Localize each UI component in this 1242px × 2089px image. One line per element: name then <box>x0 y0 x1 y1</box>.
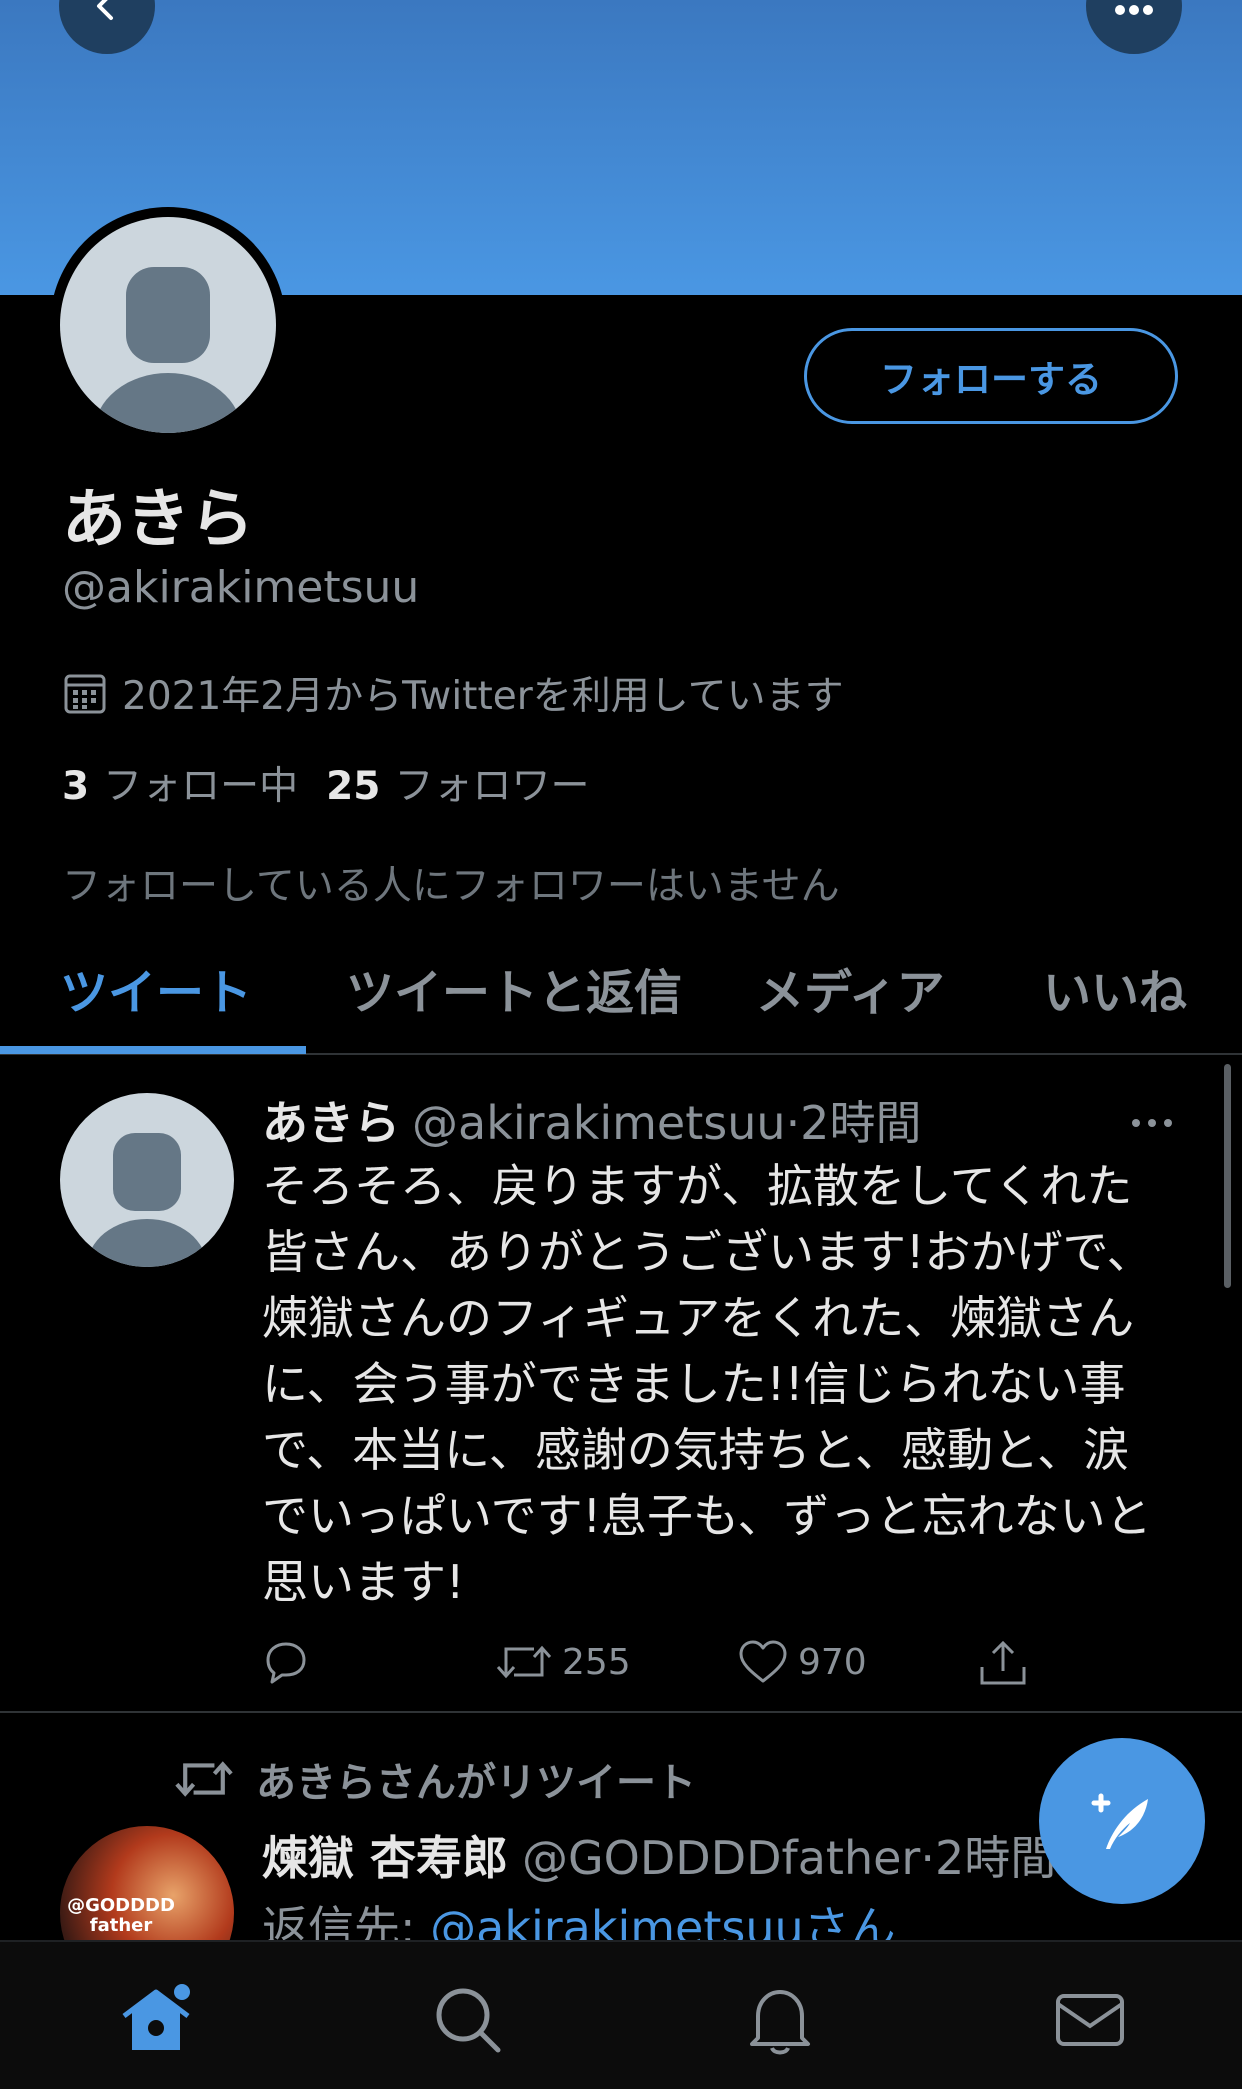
tweet-line: に、会う事ができました!!信じられない事 <box>262 1357 1126 1411</box>
retweet-count: 255 <box>562 1641 631 1683</box>
more-horizontal-icon <box>1132 1119 1172 1127</box>
like-count: 970 <box>798 1641 867 1683</box>
compose-tweet-button[interactable] <box>1039 1738 1205 1904</box>
scrollbar[interactable] <box>1224 1064 1231 1288</box>
default-avatar-icon <box>94 267 242 433</box>
tab-likes[interactable]: いいね <box>1043 953 1187 1023</box>
tweet-author-handle: @akirakimetsuu <box>412 1096 786 1150</box>
following-count: 3 <box>62 764 90 809</box>
followers-count: 25 <box>326 764 381 809</box>
nav-notifications[interactable] <box>742 1982 818 2062</box>
share-icon <box>980 1640 1026 1685</box>
nav-home[interactable] <box>118 1982 194 2062</box>
retweet-author-handle: @GODDDDfather <box>522 1831 921 1885</box>
retweet-icon <box>175 1761 233 1797</box>
search-icon <box>436 1988 501 2053</box>
tab-media[interactable]: メディア <box>756 953 945 1023</box>
chevron-left-icon <box>97 0 113 20</box>
tweet-line: でいっぱいです!息子も、ずっと忘れないと <box>262 1489 1152 1543</box>
retweet-author-name[interactable]: 煉獄 杏寿郎 <box>262 1831 508 1885</box>
tweet-avatar[interactable] <box>60 1093 234 1267</box>
tweet-line: 皆さん、ありがとうございます!おかげで、 <box>262 1225 1153 1279</box>
avatar-watermark-text: @GODDDD father <box>67 1895 175 1936</box>
following-label: フォロー中 <box>103 764 299 809</box>
home-icon <box>122 1984 190 2050</box>
tweet-header: あきら @akirakimetsuu·2時間 <box>262 1087 921 1153</box>
retweet-icon <box>496 1645 552 1679</box>
tab-tweets-and-replies[interactable]: ツイートと返信 <box>346 953 682 1023</box>
follow-button[interactable]: フォローする <box>804 328 1178 424</box>
tweet-author-name[interactable]: あきら <box>262 1096 400 1150</box>
default-avatar-icon <box>87 1133 207 1267</box>
retweet-label-text: あきらさんがリツイート <box>256 1760 696 1806</box>
reply-button[interactable] <box>262 1639 310 1685</box>
retweet-time: ·2時間 <box>920 1831 1057 1885</box>
profile-handle: @akirakimetsuu <box>62 562 420 613</box>
tweet-line: で、本当に、感謝の気持ちと、感動と、涙 <box>262 1423 1130 1477</box>
joined-text: 2021年2月からTwitterを利用しています <box>122 674 844 719</box>
nav-search[interactable] <box>430 1982 506 2062</box>
reply-icon <box>266 1642 306 1684</box>
follow-stats: 3 フォロー中 25 フォロワー <box>62 755 589 811</box>
profile-avatar[interactable] <box>50 207 286 443</box>
share-button[interactable] <box>978 1639 1028 1687</box>
tweet-line: 思います! <box>262 1555 465 1609</box>
profile-tabs: ツイート ツイートと返信 メディア いいね <box>0 925 1242 1055</box>
followers-you-know-notice: フォローしている人にフォロワーはいません <box>62 864 840 909</box>
tweet[interactable]: あきら @akirakimetsuu·2時間 そろそろ、戻りますが、拡散をしてくれ… <box>0 1057 1242 1713</box>
like-button[interactable]: 970 <box>738 1639 867 1685</box>
calendar-icon <box>64 674 106 714</box>
more-horizontal-icon <box>1115 5 1153 15</box>
bell-icon <box>750 1990 810 2055</box>
following-link[interactable]: 3 フォロー中 <box>62 755 298 811</box>
heart-icon <box>739 1640 787 1683</box>
tweet-time: ·2時間 <box>785 1096 922 1150</box>
active-tab-indicator <box>0 1046 306 1054</box>
joined-date: 2021年2月からTwitterを利用しています <box>62 665 844 721</box>
bottom-navigation <box>0 1940 1242 2089</box>
tweet-line: そろそろ、戻りますが、拡散をしてくれた <box>262 1159 1133 1213</box>
tab-tweets[interactable]: ツイート <box>60 953 252 1023</box>
profile-display-name: あきら <box>62 483 254 557</box>
tweet-text: そろそろ、戻りますが、拡散をしてくれた 皆さん、ありがとうございます!おかげで、… <box>262 1153 1192 1615</box>
followers-link[interactable]: 25 フォロワー <box>326 755 589 811</box>
tweet-line: 煉獄さんのフィギュアをくれた、煉獄さん <box>262 1291 1135 1345</box>
tweet-more-button[interactable] <box>1130 1115 1174 1134</box>
retweet-button[interactable]: 255 <box>496 1639 631 1685</box>
followers-label: フォロワー <box>394 764 590 809</box>
retweet-header: 煉獄 杏寿郎 @GODDDDfather·2時間 <box>262 1822 1056 1888</box>
retweet-label: あきらさんがリツイート <box>174 1750 696 1808</box>
compose-feather-icon <box>1091 1793 1148 1849</box>
mail-icon <box>1056 1994 1124 2046</box>
nav-messages[interactable] <box>1052 1982 1128 2062</box>
